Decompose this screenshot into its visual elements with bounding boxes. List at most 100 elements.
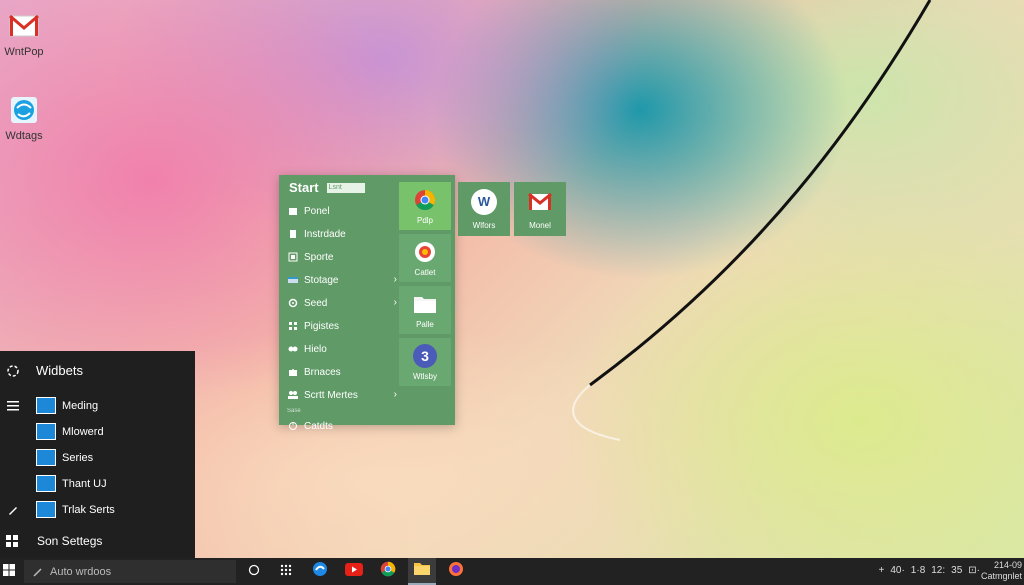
gmail-icon — [8, 10, 40, 42]
folder-icon — [36, 475, 56, 492]
menu-item-seed[interactable]: Seed › — [287, 293, 397, 313]
globe-icon — [8, 94, 40, 126]
tile-wtlsby[interactable]: 3 Wtlsby — [399, 338, 451, 386]
menu-item-stotage[interactable]: Stotage › — [287, 270, 397, 290]
cortana-icon — [248, 563, 260, 581]
taskbar-firefox[interactable] — [442, 558, 470, 585]
hamburger-menu-icon[interactable] — [6, 399, 20, 413]
tile-label: Wlfors — [472, 220, 496, 230]
task-view-button[interactable] — [272, 558, 300, 585]
menu-item-ponel[interactable]: Ponel — [287, 201, 397, 221]
menu-item-label: Ponel — [304, 205, 330, 217]
taskbar: Auto wrdoos + 40· 1·8 12: 35 ⊡· 214-09 C… — [0, 558, 1024, 585]
menu-item-label: Sporte — [304, 251, 334, 263]
tile-label: Wtlsby — [413, 371, 437, 381]
folder-icon — [413, 292, 437, 316]
book-icon — [287, 252, 298, 263]
edge-icon — [312, 561, 328, 582]
widget-item-meding[interactable]: Meding — [36, 397, 98, 414]
menu-item-instrdade[interactable]: Instrdade — [287, 224, 397, 244]
chevron-right-icon: › — [393, 297, 397, 308]
widget-item-label: Trlak Serts — [62, 503, 115, 516]
clock-subtext: Catmgnlet — [980, 571, 1022, 581]
start-menu-header: Start Lsnt — [289, 180, 365, 195]
storage-icon — [287, 275, 298, 286]
tray-item[interactable]: 35 — [951, 565, 962, 576]
cortana-button[interactable] — [240, 558, 268, 585]
taskbar-edge[interactable] — [306, 558, 334, 585]
gmail-icon — [527, 189, 553, 215]
tray-item[interactable]: 12: — [931, 565, 945, 576]
start-menu-list: Ponel Instrdade Sporte Stotage › Seed › … — [287, 201, 397, 439]
menu-item-label: Hielo — [304, 343, 327, 355]
tray-item[interactable]: + — [879, 565, 885, 576]
menu-item-scrtt-mertes[interactable]: Scrtt Mertes › — [287, 385, 397, 405]
desktop-icon-wdtags[interactable]: Wdtags — [0, 94, 54, 142]
start-menu-title: Start — [289, 180, 319, 195]
windows-start-button[interactable] — [0, 558, 18, 585]
menu-item-pigistes[interactable]: Pigistes — [287, 316, 397, 336]
widget-item-label: Meding — [62, 399, 99, 412]
tray-item[interactable]: 40· — [890, 565, 904, 576]
number-3-icon: 3 — [413, 343, 437, 368]
menu-item-label: Instrdade — [304, 228, 346, 240]
photos-icon — [413, 240, 437, 264]
widget-item-label: Series — [62, 451, 94, 464]
file-explorer-icon — [414, 561, 430, 580]
taskbar-youtube[interactable] — [340, 558, 368, 585]
folder-icon — [36, 449, 56, 466]
search-icon — [32, 566, 44, 578]
menu-item-sporte[interactable]: Sporte — [287, 247, 397, 267]
power-icon — [287, 421, 298, 432]
document-icon — [287, 229, 298, 240]
tile-palle[interactable]: Palle — [399, 286, 451, 334]
pen-icon[interactable] — [6, 503, 20, 517]
chevron-right-icon: › — [393, 389, 397, 400]
folder-icon — [36, 501, 56, 518]
panel-icon — [287, 206, 298, 217]
folder-icon — [36, 423, 56, 440]
youtube-icon — [345, 562, 363, 581]
chrome-icon — [380, 561, 396, 582]
menu-item-label: Seed — [304, 297, 328, 309]
widget-item-series[interactable]: Series — [36, 449, 93, 466]
system-tray: + 40· 1·8 12: 35 ⊡· — [879, 565, 981, 576]
tile-wlfors[interactable]: W Wlfors — [458, 182, 510, 236]
taskbar-chrome[interactable] — [374, 558, 402, 585]
menu-item-label: Catdts — [304, 420, 333, 432]
clock-time: 214-09 — [993, 560, 1022, 570]
tile-label: Catlet — [414, 267, 436, 277]
firefox-icon — [448, 561, 464, 582]
desktop-icon-label: WntPop — [4, 46, 44, 58]
tray-item[interactable]: ⊡· — [968, 565, 980, 576]
menu-item-label: Scrtt Mertes — [304, 389, 358, 401]
menu-item-label: Brnaces — [304, 366, 341, 378]
taskbar-file-explorer[interactable] — [408, 558, 436, 585]
tile-pdlp[interactable]: Pdlp — [399, 182, 451, 230]
tile-catlet[interactable]: Catlet — [399, 234, 451, 282]
tile-monel[interactable]: Monel — [514, 182, 566, 236]
widget-item-label: Thant UJ — [62, 477, 107, 490]
widget-item-mlowerd[interactable]: Mlowerd — [36, 423, 104, 440]
widget-item-label: Mlowerd — [62, 425, 104, 438]
word-icon: W — [471, 188, 497, 215]
widget-item-trlak-serts[interactable]: Trlak Serts — [36, 501, 115, 518]
taskbar-search-text: Auto wrdoos — [50, 565, 112, 578]
puzzle-icon — [287, 367, 298, 378]
tile-label: Palle — [416, 319, 434, 329]
taskbar-search-box[interactable]: Auto wrdoos — [24, 560, 236, 583]
widget-item-thant-uj[interactable]: Thant UJ — [36, 475, 107, 492]
tray-item[interactable]: 1·8 — [911, 565, 925, 576]
widgets-settings[interactable]: Son Settegs — [6, 534, 102, 548]
start-search-input[interactable]: Lsnt — [326, 182, 365, 193]
widgets-footer-label: Son Settegs — [37, 534, 103, 548]
menu-item-brnaces[interactable]: Brnaces — [287, 362, 397, 382]
menu-item-catdts[interactable]: Catdts — [287, 416, 397, 436]
menu-item-hielo[interactable]: Hielo — [287, 339, 397, 359]
gear-icon — [287, 298, 298, 309]
tile-label: Monel — [529, 220, 551, 230]
chrome-icon — [413, 188, 437, 212]
start-menu: Start Lsnt Ponel Instrdade Sporte Stotag… — [279, 175, 455, 432]
taskbar-clock[interactable]: 214-09 Catmgnlet — [981, 560, 1022, 582]
desktop-icon-wntpop[interactable]: WntPop — [0, 10, 54, 58]
